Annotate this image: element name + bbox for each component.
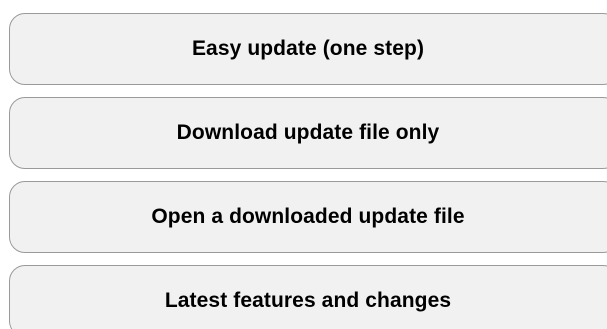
open-downloaded-update-button[interactable]: Open a downloaded update file [9,181,607,253]
easy-update-label: Easy update (one step) [191,37,425,60]
download-update-file-button[interactable]: Download update file only [9,97,607,169]
latest-features-button[interactable]: Latest features and changes [9,265,607,329]
update-options-panel: Easy update (one step) Download update f… [0,0,607,329]
download-update-file-label: Download update file only [176,121,440,144]
open-downloaded-update-label: Open a downloaded update file [151,205,465,228]
latest-features-label: Latest features and changes [164,289,452,312]
easy-update-button[interactable]: Easy update (one step) [9,13,607,85]
